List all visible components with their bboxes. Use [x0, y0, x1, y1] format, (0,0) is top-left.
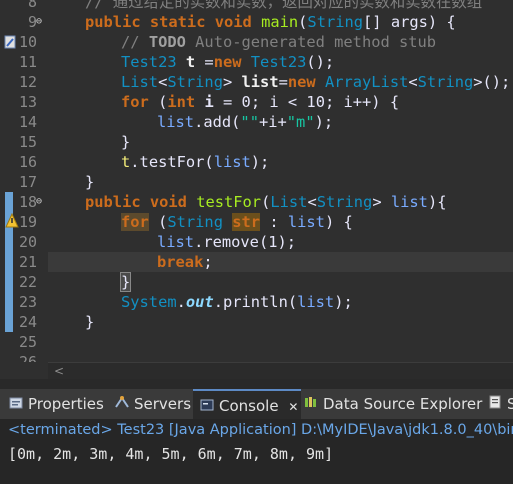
- code-line: list.add(""+i+"m");: [157, 113, 334, 131]
- code-line: public void testFor(List<String> list){: [85, 193, 447, 211]
- tab-data-source-explorer[interactable]: Data Source Explorer: [303, 389, 482, 419]
- line-number: 18: [18, 193, 37, 211]
- line-number: 15: [18, 133, 37, 151]
- properties-icon: [8, 391, 24, 421]
- line-number: 8: [27, 0, 37, 11]
- line-number: 16: [18, 153, 37, 171]
- tab-snippets[interactable]: S: [487, 389, 513, 419]
- line-number: 17: [18, 173, 37, 191]
- tab-servers[interactable]: Servers: [114, 389, 191, 419]
- line-number: 12: [18, 73, 37, 91]
- view-tab-bar: Properties Servers Console ✕ Data Source…: [0, 389, 513, 419]
- panel-divider[interactable]: [0, 379, 513, 389]
- line-number: 25: [18, 333, 37, 351]
- servers-icon: [114, 391, 130, 421]
- close-icon[interactable]: ✕: [288, 400, 298, 414]
- code-line: // TODO Auto-generated method stub: [121, 33, 437, 51]
- code-line: // 通过给定的实数和实数，返回对应的实数和实数在数组: [85, 0, 483, 11]
- scroll-left-icon[interactable]: <: [54, 364, 64, 378]
- code-line: for (String str : list) {: [121, 213, 353, 231]
- code-line: public static void main(String[] args) {: [85, 13, 456, 31]
- line-number: 13: [18, 93, 37, 111]
- line-number: 26: [18, 353, 37, 362]
- line-number: 22: [18, 273, 37, 291]
- code-line: t.testFor(list);: [121, 153, 270, 171]
- code-line: Test23 t =new Test23();: [121, 53, 335, 71]
- code-line: list.remove(1);: [157, 233, 297, 251]
- line-number: 21: [18, 253, 37, 271]
- code-line: for (int i = 0; i < 10; i++) {: [121, 93, 400, 111]
- line-number-gutter: 8 9 10 11 12 13 14 15 16 17 18 19 20 21 …: [0, 0, 48, 362]
- snippets-icon: [487, 391, 503, 421]
- line-number: 14: [18, 113, 37, 131]
- code-line: }: [85, 173, 95, 191]
- fold-collapse-icon[interactable]: ⊖: [36, 197, 46, 207]
- code-line: System.out.println(list);: [121, 293, 353, 311]
- code-area[interactable]: // 通过给定的实数和实数，返回对应的实数和实数在数组 public stati…: [48, 0, 513, 362]
- tab-console[interactable]: Console ✕: [193, 389, 301, 419]
- code-line: }: [119, 272, 132, 292]
- datasource-icon: [303, 391, 319, 421]
- override-marker-icon: [4, 35, 16, 49]
- code-line: }: [85, 313, 95, 331]
- code-line: List<String> list=new ArrayList<String>(…: [121, 73, 511, 91]
- line-number: 24: [18, 313, 37, 331]
- console-view[interactable]: <terminated> Test23 [Java Application] D…: [0, 419, 513, 484]
- horizontal-scrollbar[interactable]: <: [48, 362, 513, 379]
- console-process-status: <terminated> Test23 [Java Application] D…: [8, 422, 513, 438]
- line-number: 11: [18, 53, 37, 71]
- line-number: 9: [27, 13, 37, 31]
- warning-marker-icon: [5, 213, 19, 228]
- tab-properties[interactable]: Properties: [8, 389, 104, 419]
- fold-collapse-icon[interactable]: ⊖: [36, 17, 46, 27]
- line-number: 23: [18, 293, 37, 311]
- code-editor[interactable]: 8 9 10 11 12 13 14 15 16 17 18 19 20 21 …: [0, 0, 513, 362]
- console-output-text[interactable]: [0m, 2m, 3m, 4m, 5m, 6m, 7m, 8m, 9m]: [8, 445, 333, 463]
- code-line: break;: [157, 253, 213, 271]
- line-number: 20: [18, 233, 37, 251]
- code-line: }: [121, 133, 131, 151]
